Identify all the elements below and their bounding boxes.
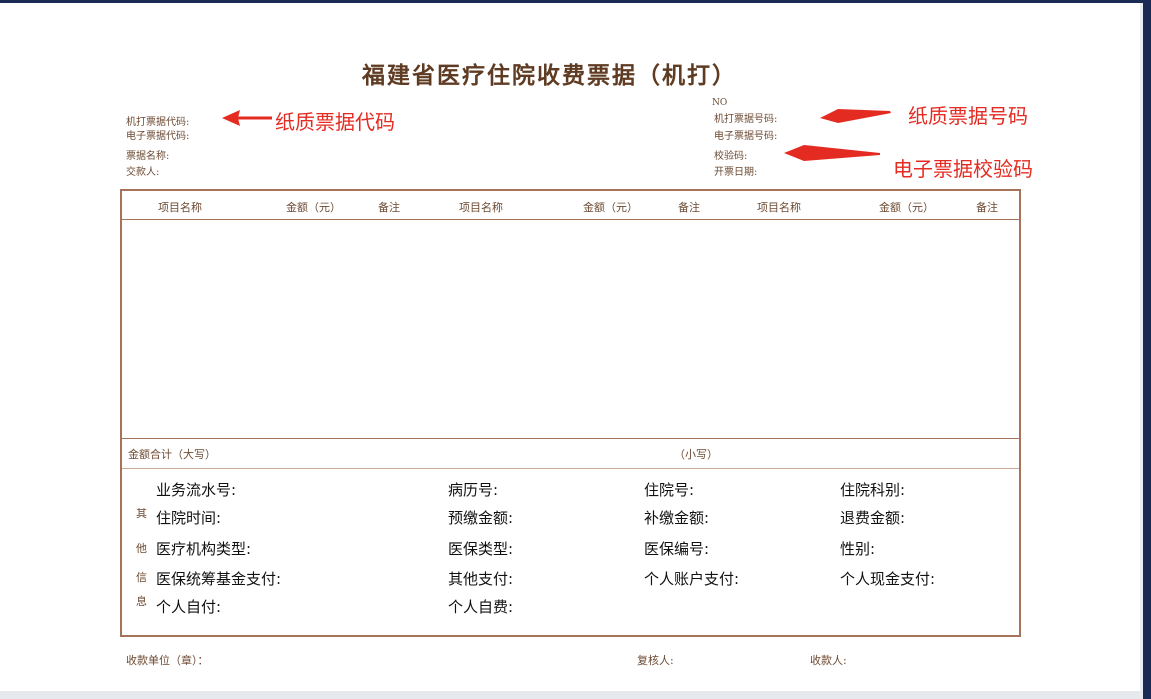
- info-refund-amount: 退费金额:: [840, 509, 906, 527]
- info-hospitalization-no: 住院号:: [644, 481, 695, 499]
- info-gender: 性别:: [840, 540, 876, 558]
- col-header-amount-2: 金额（元）: [583, 201, 638, 214]
- info-supplement-amount: 补缴金额:: [644, 509, 710, 527]
- footer-receiving-unit: 收款单位（章）：: [126, 654, 209, 667]
- receipt-table-box: 项目名称 金额（元） 备注 项目名称 金额（元） 备注 项目名称 金额（元） 备…: [120, 189, 1021, 637]
- col-header-remark-1: 备注: [378, 201, 400, 214]
- info-department: 住院科别:: [840, 481, 906, 499]
- info-prepaid-amount: 预缴金额:: [448, 509, 514, 527]
- totals-divider: [122, 468, 1019, 469]
- info-personal-account-payment: 个人账户支付:: [644, 570, 740, 588]
- info-hospitalization-time: 住院时间:: [156, 509, 222, 527]
- col-header-remark-2: 备注: [678, 201, 700, 214]
- col-header-amount-3: 金额（元）: [879, 201, 934, 214]
- col-header-item-name-3: 项目名称: [757, 201, 801, 214]
- info-institution-type: 医疗机构类型:: [156, 540, 252, 558]
- info-self-pay: 个人自付:: [156, 598, 222, 616]
- col-header-remark-3: 备注: [976, 201, 998, 214]
- arrow-to-paper-number: [820, 109, 891, 123]
- arrow-to-check-code: [784, 145, 880, 161]
- arrow-to-paper-code: [222, 110, 272, 126]
- col-header-amount-1: 金额（元）: [286, 201, 341, 214]
- total-upper-label: 金额合计（大写）: [128, 448, 216, 461]
- info-insurance-type: 医保类型:: [448, 540, 514, 558]
- other-info-side-1: 其: [136, 507, 147, 520]
- footer-payee: 收款人:: [810, 654, 847, 667]
- other-info-side-3: 信: [136, 571, 147, 584]
- total-lower-label: （小写）: [674, 448, 718, 461]
- info-other-payment: 其他支付:: [448, 570, 514, 588]
- items-bottom-divider: [122, 438, 1019, 439]
- info-business-serial: 业务流水号:: [156, 481, 237, 499]
- info-pooled-fund-payment: 医保统筹基金支付:: [156, 570, 282, 588]
- info-medical-record-no: 病历号:: [448, 481, 499, 499]
- other-info-side-4: 息: [136, 595, 147, 608]
- col-header-item-name-2: 项目名称: [459, 201, 503, 214]
- header-divider: [122, 219, 1019, 220]
- other-info-side-2: 他: [136, 542, 147, 555]
- info-personal-cash-payment: 个人现金支付:: [840, 570, 936, 588]
- col-header-item-name-1: 项目名称: [158, 201, 202, 214]
- info-self-expense: 个人自费:: [448, 598, 514, 616]
- footer-reviewer: 复核人:: [637, 654, 674, 667]
- info-insurance-number: 医保编号:: [644, 540, 710, 558]
